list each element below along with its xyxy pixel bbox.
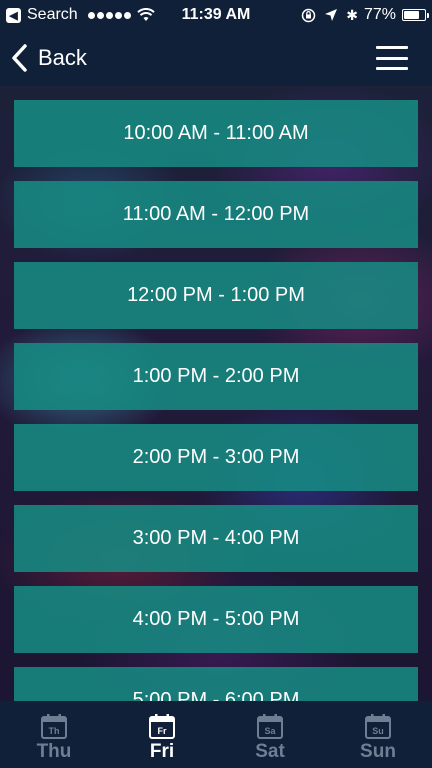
tab-thu[interactable]: Th Thu (0, 701, 108, 768)
location-arrow-icon (325, 9, 338, 21)
schedule-screen: ◀ Search 11:39 AM ✱ 77% Back 10:00 AM - … (0, 0, 432, 768)
tab-fri[interactable]: Fr Fri (108, 701, 216, 768)
return-app-name[interactable]: Search (27, 6, 78, 24)
time-slot-button[interactable]: 10:00 AM - 11:00 AM (14, 100, 418, 167)
time-slot-button[interactable]: 12:00 PM - 1:00 PM (14, 262, 418, 329)
day-tab-bar: Th Thu Fr Fri Sa Sat Su Sun (0, 701, 432, 768)
tab-sun[interactable]: Su Sun (324, 701, 432, 768)
calendar-icon-text: Sa (264, 726, 276, 736)
back-label: Back (38, 45, 87, 70)
hamburger-menu-icon[interactable] (376, 46, 408, 70)
navigation-bar: Back (0, 30, 432, 86)
calendar-icon: Fr (149, 714, 175, 739)
tab-label: Thu (36, 741, 72, 762)
cellular-signal-icon (87, 11, 133, 19)
time-slot-button[interactable]: 4:00 PM - 5:00 PM (14, 586, 418, 653)
calendar-icon-text: Th (49, 726, 60, 736)
tab-label: Sun (360, 741, 396, 762)
status-right: ✱ 77% (301, 6, 429, 24)
chevron-left-icon (12, 44, 27, 72)
time-slot-button[interactable]: 1:00 PM - 2:00 PM (14, 343, 418, 410)
time-slot-list: 10:00 AM - 11:00 AM 11:00 AM - 12:00 PM 12… (14, 100, 418, 701)
calendar-icon: Su (365, 714, 391, 739)
time-slot-button[interactable]: 5:00 PM - 6:00 PM (14, 667, 418, 701)
time-slot-button[interactable]: 2:00 PM - 3:00 PM (14, 424, 418, 491)
rotation-lock-icon (301, 8, 316, 22)
calendar-icon: Th (41, 714, 67, 739)
return-to-app-icon[interactable]: ◀ (6, 7, 21, 23)
calendar-icon-text: Su (372, 726, 384, 736)
status-bar: ◀ Search 11:39 AM ✱ 77% (0, 0, 432, 30)
calendar-icon-text: Fr (158, 726, 167, 736)
tab-label: Fri (149, 741, 175, 762)
time-slot-button[interactable]: 11:00 AM - 12:00 PM (14, 181, 418, 248)
battery-percent: 77% (363, 6, 396, 23)
calendar-icon: Sa (257, 714, 283, 739)
time-slot-scroll-area[interactable]: 10:00 AM - 11:00 AM 11:00 AM - 12:00 PM 12… (0, 86, 432, 701)
bluetooth-icon: ✱ (346, 6, 358, 23)
status-left: ◀ Search (6, 6, 156, 24)
time-slot-button[interactable]: 3:00 PM - 4:00 PM (14, 505, 418, 572)
wifi-icon (137, 8, 155, 21)
battery-icon (402, 9, 429, 21)
tab-label: Sat (255, 741, 285, 762)
back-button[interactable]: Back (10, 43, 87, 73)
tab-sat[interactable]: Sa Sat (216, 701, 324, 768)
battery-level (404, 11, 420, 19)
